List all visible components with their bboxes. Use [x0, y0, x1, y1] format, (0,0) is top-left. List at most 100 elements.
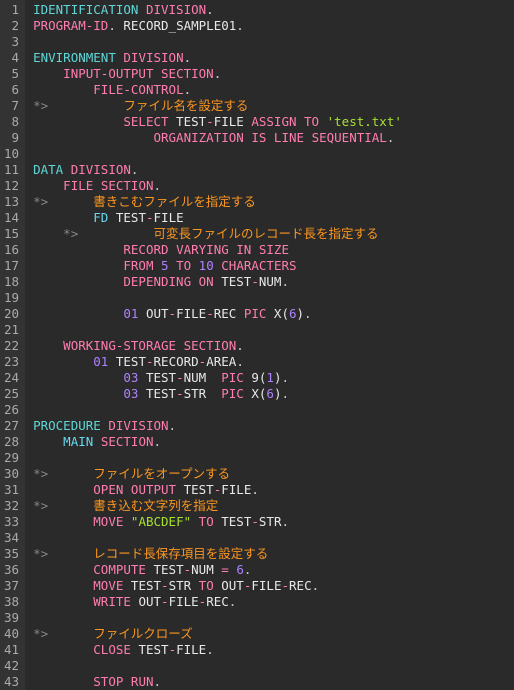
- line-number: 24: [4, 370, 19, 386]
- token-pun: .: [281, 274, 289, 289]
- token-org: ファイルクローズ: [93, 626, 192, 641]
- token-kw: OUTPUT: [131, 482, 176, 497]
- token-white: [93, 434, 101, 449]
- token-num: 10: [199, 258, 214, 273]
- token-white: [93, 178, 101, 193]
- line-number: 36: [4, 562, 19, 578]
- token-white: FILE: [154, 210, 184, 225]
- token-cmt: *>: [33, 546, 48, 561]
- line-number: 29: [4, 450, 19, 466]
- token-num: 01: [93, 354, 108, 369]
- token-white: [48, 194, 93, 209]
- token-white: X(: [266, 306, 289, 321]
- line-number: 37: [4, 578, 19, 594]
- line-number: 17: [4, 258, 19, 274]
- token-white: [48, 498, 93, 513]
- token-dash: -: [251, 514, 259, 529]
- token-pun: .: [244, 562, 252, 577]
- token-kw: VARYING: [176, 242, 229, 257]
- token-pun: .: [169, 418, 177, 433]
- token-white: [33, 578, 93, 593]
- token-white: [33, 274, 123, 289]
- token-kw: PIC: [221, 386, 244, 401]
- token-cyan: DATA: [33, 162, 63, 177]
- token-white: TEST: [138, 370, 176, 385]
- token-cyan: PROCEDURE: [33, 418, 101, 433]
- token-white: [33, 514, 93, 529]
- token-white: TEST: [131, 642, 169, 657]
- code-line: RECORD VARYING IN SIZE: [33, 242, 402, 258]
- token-pun: .: [108, 18, 123, 33]
- token-cmt: *>: [33, 626, 48, 641]
- token-white: [48, 546, 93, 561]
- code-line: [33, 322, 402, 338]
- code-line: [33, 146, 402, 162]
- token-kw: SECTION: [161, 66, 214, 81]
- line-number: 26: [4, 402, 19, 418]
- line-number: 9: [4, 130, 19, 146]
- token-white: REC: [214, 306, 244, 321]
- code-line: *> ファイルクローズ: [33, 626, 402, 642]
- token-dash: -: [184, 562, 192, 577]
- token-pun: .: [214, 66, 222, 81]
- token-dash: -: [206, 306, 214, 321]
- token-white: AREA: [206, 354, 236, 369]
- token-white: 9(: [244, 370, 267, 385]
- code-line: FILE-CONTROL.: [33, 82, 402, 98]
- token-org: ファイルをオープンする: [93, 466, 230, 481]
- token-kw: CLOSE: [93, 642, 131, 657]
- token-kw: SELECT: [123, 114, 168, 129]
- code-line: SELECT TEST-FILE ASSIGN TO 'test.txt': [33, 114, 402, 130]
- token-dash: -: [206, 114, 214, 129]
- token-kw: MOVE: [93, 578, 123, 593]
- token-kw: DEPENDING: [123, 274, 191, 289]
- token-num: 6: [289, 306, 297, 321]
- token-white: [33, 210, 93, 225]
- token-kw: INPUT-OUTPUT: [63, 66, 153, 81]
- token-white: NUM: [191, 562, 221, 577]
- token-white: REC: [289, 578, 312, 593]
- line-number: 20: [4, 306, 19, 322]
- token-kw: RUN: [131, 674, 154, 689]
- token-kw: FILE-CONTROL: [93, 82, 183, 97]
- token-org: 書きこむファイルを指定する: [93, 194, 256, 209]
- token-white: TEST: [146, 562, 184, 577]
- token-org: 書き込む文字列を指定: [93, 498, 218, 513]
- token-white: [33, 354, 93, 369]
- line-number: 3: [4, 34, 19, 50]
- token-kw: TO: [199, 514, 214, 529]
- token-white: [251, 242, 259, 257]
- token-num: 6: [236, 562, 244, 577]
- code-line: [33, 402, 402, 418]
- code-line: *> レコード長保存項目を設定する: [33, 546, 402, 562]
- token-white: OUT: [131, 594, 161, 609]
- token-num: 03: [123, 386, 138, 401]
- line-number: 12: [4, 178, 19, 194]
- line-number: 16: [4, 242, 19, 258]
- line-number: 15: [4, 226, 19, 242]
- code-line: [33, 610, 402, 626]
- token-num: 1: [266, 370, 274, 385]
- line-number: 7: [4, 98, 19, 114]
- token-white: [33, 66, 63, 81]
- line-number: 30: [4, 466, 19, 482]
- token-white: [138, 2, 146, 17]
- token-dash: -: [161, 578, 169, 593]
- token-white: STR: [259, 514, 282, 529]
- token-white: TEST: [123, 578, 161, 593]
- token-white: [48, 626, 93, 641]
- code-line: [33, 34, 402, 50]
- token-white: [63, 162, 71, 177]
- line-number: 5: [4, 66, 19, 82]
- token-white: TEST: [169, 114, 207, 129]
- token-num: 6: [266, 386, 274, 401]
- code-line: 03 TEST-NUM PIC 9(1).: [33, 370, 402, 386]
- token-white: RECORD_SAMPLE01: [123, 18, 236, 33]
- code-line: IDENTIFICATION DIVISION.: [33, 2, 402, 18]
- code-line: ORGANIZATION IS LINE SEQUENTIAL.: [33, 130, 402, 146]
- token-kw: DIVISION: [71, 162, 131, 177]
- token-kw: SECTION: [184, 338, 237, 353]
- token-white: [33, 226, 63, 241]
- code-line: [33, 658, 402, 674]
- code-area: IDENTIFICATION DIVISION.PROGRAM-ID. RECO…: [25, 0, 402, 690]
